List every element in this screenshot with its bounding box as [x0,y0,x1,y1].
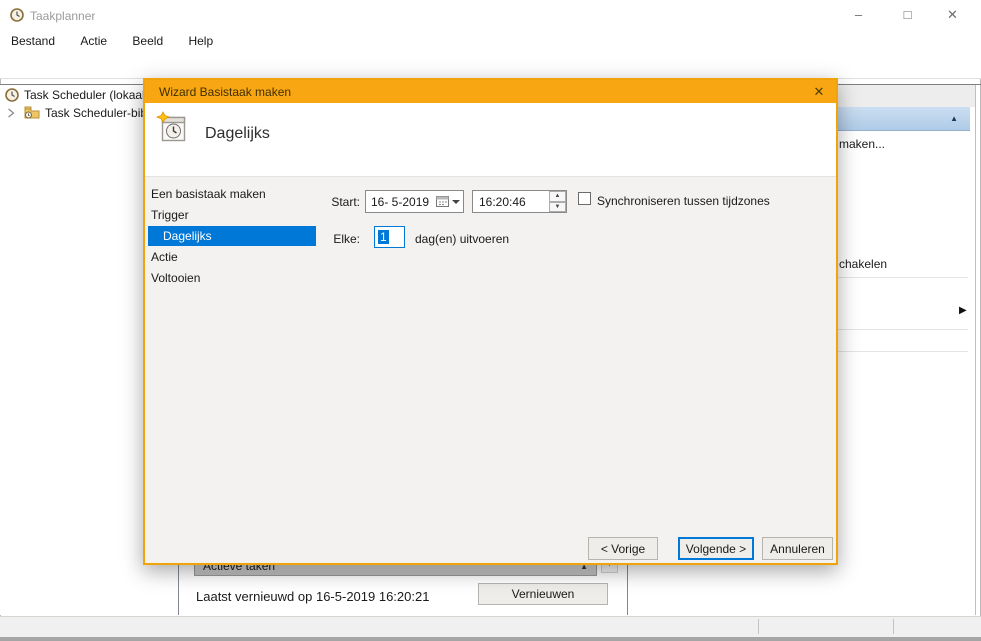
toolbar: ? [0,52,981,128]
actions-panel-edge [975,85,976,615]
every-days-input[interactable]: 1 [374,226,405,248]
tree-item-label: Task Scheduler (lokaal [24,87,145,102]
calendar-dropdown-icon[interactable] [436,196,460,207]
sync-timezones-label: Synchroniseren tussen tijdzones [597,194,770,208]
folder-clock-icon [24,106,40,119]
wizard-task-icon [155,111,189,148]
minimize-button[interactable]: – [836,0,881,30]
every-label: Elke: [333,232,360,246]
last-refreshed-text: Laatst vernieuwd op 16-5-2019 16:20:21 [196,589,430,604]
dialog-titlebar[interactable]: Wizard Basistaak maken ✕ [145,80,836,103]
refresh-button[interactable]: Vernieuwen [478,583,608,605]
submenu-arrow-icon[interactable]: ▶ [959,305,967,316]
menu-help[interactable]: Help [177,30,224,52]
maximize-button[interactable]: □ [885,0,930,30]
dialog-header: Dagelijks [145,103,836,177]
window-titlebar: Taakplanner – □ ✕ [0,0,981,30]
start-date-picker[interactable]: 16- 5-2019 [365,190,464,213]
tree-item-label: Task Scheduler-bib [45,105,148,120]
start-label: Start: [331,195,360,209]
refresh-button-label: Vernieuwen [511,587,575,601]
close-button[interactable]: ✕ [930,0,975,30]
start-time-value: 16:20:46 [479,194,526,209]
menu-actie[interactable]: Actie [69,30,118,52]
wizard-step-create-basic-task: Een basistaak maken [151,187,266,201]
action-item-fragment[interactable]: maken... [839,137,885,151]
start-time-spinner[interactable]: 16:20:46 ▲ ▼ [472,190,567,213]
taakplanner-window: Taakplanner – □ ✕ Bestand Actie Beeld He… [0,0,981,641]
cancel-button-label: Annuleren [770,541,825,556]
status-bar [0,616,981,637]
previous-button[interactable]: < Vorige [588,537,658,560]
wizard-step-finish: Voltooien [151,271,201,285]
cancel-button[interactable]: Annuleren [762,537,833,560]
menu-bestand[interactable]: Bestand [0,30,66,52]
menu-beeld[interactable]: Beeld [121,30,174,52]
wizard-step-heading: Dagelijks [205,125,270,142]
app-clock-icon [10,8,24,25]
sync-timezones-checkbox[interactable] [578,192,591,205]
every-days-suffix: dag(en) uitvoeren [415,232,510,246]
window-title: Taakplanner [30,9,96,23]
next-button-label: Volgende > [685,541,747,556]
statusbar-separator [893,619,894,634]
start-date-value: 16- 5-2019 [371,194,430,209]
collapse-up-icon[interactable]: ▲ [950,114,958,123]
time-spin-buttons: ▲ ▼ [549,191,566,212]
previous-button-label: < Vorige [600,541,646,556]
clock-icon [5,87,19,102]
next-button[interactable]: Volgende > [678,537,754,560]
action-item-fragment[interactable]: chakelen [839,257,887,271]
every-days-value: 1 [378,230,389,244]
spin-up-icon[interactable]: ▲ [549,191,566,202]
wizard-step-trigger: Trigger [151,208,189,222]
dialog-title: Wizard Basistaak maken [159,84,292,99]
dialog-close-icon[interactable]: ✕ [804,80,834,103]
window-bottom-edge [0,637,981,641]
menu-bar: Bestand Actie Beeld Help [0,30,981,52]
spin-down-icon[interactable]: ▼ [549,201,566,212]
wizard-step-daily-selected: Dagelijks [148,226,316,246]
wizard-step-action: Actie [151,250,178,264]
statusbar-separator [758,619,759,634]
basic-task-wizard-dialog: Wizard Basistaak maken ✕ Dagelijks Een b… [143,78,838,565]
chevron-right-icon[interactable] [7,107,15,118]
